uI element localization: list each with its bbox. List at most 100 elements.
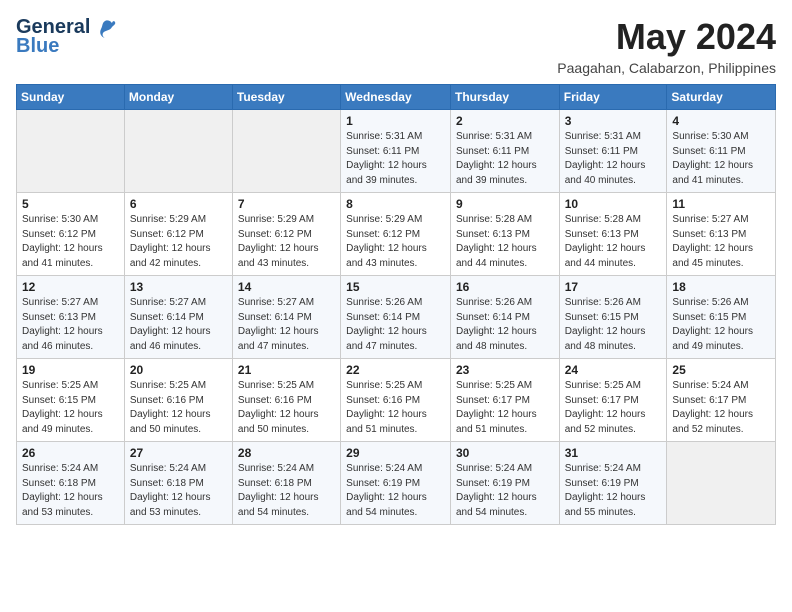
calendar-cell: 9 Sunrise: 5:28 AMSunset: 6:13 PMDaylight… — [450, 193, 559, 276]
day-number: 3 — [565, 114, 662, 128]
day-info: Sunrise: 5:24 AMSunset: 6:19 PMDaylight:… — [456, 462, 554, 520]
location-subtitle: Paagahan, Calabarzon, Philippines — [557, 60, 776, 76]
page-header: General Blue May 2024 Paagahan, Calabarz… — [16, 16, 776, 76]
day-info: Sunrise: 5:24 AMSunset: 6:19 PMDaylight:… — [565, 462, 662, 520]
calendar-cell: 3 Sunrise: 5:31 AMSunset: 6:11 PMDaylight… — [559, 110, 667, 193]
calendar-week-row: 1 Sunrise: 5:31 AMSunset: 6:11 PMDaylight… — [17, 110, 776, 193]
calendar-cell — [124, 110, 232, 193]
calendar-cell: 1 Sunrise: 5:31 AMSunset: 6:11 PMDaylight… — [341, 110, 451, 193]
day-info: Sunrise: 5:26 AMSunset: 6:14 PMDaylight:… — [346, 296, 445, 354]
calendar-week-row: 12Sunrise: 5:27 AMSunset: 6:13 PMDayligh… — [17, 276, 776, 359]
month-title: May 2024 — [557, 16, 776, 58]
day-number: 30 — [456, 446, 554, 460]
calendar-cell: 18 Sunrise: 5:26 AMSunset: 6:15 PMDayligh… — [667, 276, 776, 359]
day-number: 5 — [22, 197, 119, 211]
day-number: 16 — [456, 280, 554, 294]
calendar-cell: 25Sunrise: 5:24 AMSunset: 6:17 PMDayligh… — [667, 359, 776, 442]
calendar-cell: 29 Sunrise: 5:24 AMSunset: 6:19 PMDayligh… — [341, 442, 451, 525]
calendar-cell: 6 Sunrise: 5:29 AMSunset: 6:12 PMDaylight… — [124, 193, 232, 276]
calendar-cell: 5Sunrise: 5:30 AMSunset: 6:12 PMDaylight… — [17, 193, 125, 276]
day-of-week-header: Monday — [124, 85, 232, 110]
day-info: Sunrise: 5:31 AMSunset: 6:11 PMDaylight:… — [346, 130, 445, 188]
day-info: Sunrise: 5:28 AMSunset: 6:13 PMDaylight:… — [456, 213, 554, 271]
day-info: Sunrise: 5:24 AMSunset: 6:19 PMDaylight:… — [346, 462, 445, 520]
calendar-cell — [232, 110, 340, 193]
day-number: 25 — [672, 363, 770, 377]
day-number: 7 — [238, 197, 335, 211]
day-info: Sunrise: 5:24 AMSunset: 6:18 PMDaylight:… — [130, 462, 227, 520]
logo-blue-text: Blue — [16, 35, 59, 58]
day-number: 9 — [456, 197, 554, 211]
calendar-table: SundayMondayTuesdayWednesdayThursdayFrid… — [16, 84, 776, 525]
calendar-cell: 17Sunrise: 5:26 AMSunset: 6:15 PMDayligh… — [559, 276, 667, 359]
day-of-week-header: Thursday — [450, 85, 559, 110]
day-number: 2 — [456, 114, 554, 128]
calendar-cell: 26Sunrise: 5:24 AMSunset: 6:18 PMDayligh… — [17, 442, 125, 525]
day-info: Sunrise: 5:25 AMSunset: 6:16 PMDaylight:… — [238, 379, 335, 437]
day-number: 14 — [238, 280, 335, 294]
day-info: Sunrise: 5:30 AMSunset: 6:11 PMDaylight:… — [672, 130, 770, 188]
day-info: Sunrise: 5:26 AMSunset: 6:14 PMDaylight:… — [456, 296, 554, 354]
day-number: 28 — [238, 446, 335, 460]
day-info: Sunrise: 5:29 AMSunset: 6:12 PMDaylight:… — [346, 213, 445, 271]
calendar-cell: 12Sunrise: 5:27 AMSunset: 6:13 PMDayligh… — [17, 276, 125, 359]
day-of-week-header: Friday — [559, 85, 667, 110]
calendar-cell: 20 Sunrise: 5:25 AMSunset: 6:16 PMDayligh… — [124, 359, 232, 442]
calendar-cell: 2 Sunrise: 5:31 AMSunset: 6:11 PMDaylight… — [450, 110, 559, 193]
day-number: 4 — [672, 114, 770, 128]
day-number: 20 — [130, 363, 227, 377]
calendar-week-row: 19 Sunrise: 5:25 AMSunset: 6:15 PMDayligh… — [17, 359, 776, 442]
day-number: 12 — [22, 280, 119, 294]
day-info: Sunrise: 5:25 AMSunset: 6:17 PMDaylight:… — [456, 379, 554, 437]
day-number: 29 — [346, 446, 445, 460]
calendar-cell: 4 Sunrise: 5:30 AMSunset: 6:11 PMDaylight… — [667, 110, 776, 193]
day-number: 11 — [672, 197, 770, 211]
day-number: 18 — [672, 280, 770, 294]
calendar-cell: 27 Sunrise: 5:24 AMSunset: 6:18 PMDayligh… — [124, 442, 232, 525]
logo: General Blue — [16, 16, 116, 58]
day-number: 19 — [22, 363, 119, 377]
day-of-week-header: Saturday — [667, 85, 776, 110]
calendar-header-row: SundayMondayTuesdayWednesdayThursdayFrid… — [17, 85, 776, 110]
calendar-week-row: 5Sunrise: 5:30 AMSunset: 6:12 PMDaylight… — [17, 193, 776, 276]
day-number: 22 — [346, 363, 445, 377]
calendar-cell: 11Sunrise: 5:27 AMSunset: 6:13 PMDayligh… — [667, 193, 776, 276]
day-info: Sunrise: 5:25 AMSunset: 6:16 PMDaylight:… — [346, 379, 445, 437]
day-of-week-header: Sunday — [17, 85, 125, 110]
day-info: Sunrise: 5:31 AMSunset: 6:11 PMDaylight:… — [565, 130, 662, 188]
day-number: 21 — [238, 363, 335, 377]
calendar-cell: 15 Sunrise: 5:26 AMSunset: 6:14 PMDayligh… — [341, 276, 451, 359]
day-of-week-header: Wednesday — [341, 85, 451, 110]
day-number: 8 — [346, 197, 445, 211]
calendar-cell: 7 Sunrise: 5:29 AMSunset: 6:12 PMDaylight… — [232, 193, 340, 276]
calendar-cell: 13Sunrise: 5:27 AMSunset: 6:14 PMDayligh… — [124, 276, 232, 359]
day-info: Sunrise: 5:26 AMSunset: 6:15 PMDaylight:… — [672, 296, 770, 354]
day-of-week-header: Tuesday — [232, 85, 340, 110]
day-info: Sunrise: 5:25 AMSunset: 6:15 PMDaylight:… — [22, 379, 119, 437]
day-info: Sunrise: 5:28 AMSunset: 6:13 PMDaylight:… — [565, 213, 662, 271]
calendar-cell: 8 Sunrise: 5:29 AMSunset: 6:12 PMDaylight… — [341, 193, 451, 276]
calendar-cell — [17, 110, 125, 193]
calendar-cell: 28 Sunrise: 5:24 AMSunset: 6:18 PMDayligh… — [232, 442, 340, 525]
day-info: Sunrise: 5:25 AMSunset: 6:16 PMDaylight:… — [130, 379, 227, 437]
calendar-cell: 22 Sunrise: 5:25 AMSunset: 6:16 PMDayligh… — [341, 359, 451, 442]
day-number: 31 — [565, 446, 662, 460]
calendar-cell: 31 Sunrise: 5:24 AMSunset: 6:19 PMDayligh… — [559, 442, 667, 525]
day-number: 26 — [22, 446, 119, 460]
calendar-cell: 24Sunrise: 5:25 AMSunset: 6:17 PMDayligh… — [559, 359, 667, 442]
day-info: Sunrise: 5:27 AMSunset: 6:14 PMDaylight:… — [238, 296, 335, 354]
day-number: 6 — [130, 197, 227, 211]
day-info: Sunrise: 5:27 AMSunset: 6:14 PMDaylight:… — [130, 296, 227, 354]
day-info: Sunrise: 5:31 AMSunset: 6:11 PMDaylight:… — [456, 130, 554, 188]
day-info: Sunrise: 5:25 AMSunset: 6:17 PMDaylight:… — [565, 379, 662, 437]
day-info: Sunrise: 5:24 AMSunset: 6:18 PMDaylight:… — [238, 462, 335, 520]
day-number: 17 — [565, 280, 662, 294]
day-info: Sunrise: 5:29 AMSunset: 6:12 PMDaylight:… — [130, 213, 227, 271]
day-number: 27 — [130, 446, 227, 460]
day-number: 15 — [346, 280, 445, 294]
calendar-cell: 19 Sunrise: 5:25 AMSunset: 6:15 PMDayligh… — [17, 359, 125, 442]
day-info: Sunrise: 5:29 AMSunset: 6:12 PMDaylight:… — [238, 213, 335, 271]
day-number: 1 — [346, 114, 445, 128]
calendar-cell: 23Sunrise: 5:25 AMSunset: 6:17 PMDayligh… — [450, 359, 559, 442]
logo-bird-icon — [94, 17, 116, 39]
